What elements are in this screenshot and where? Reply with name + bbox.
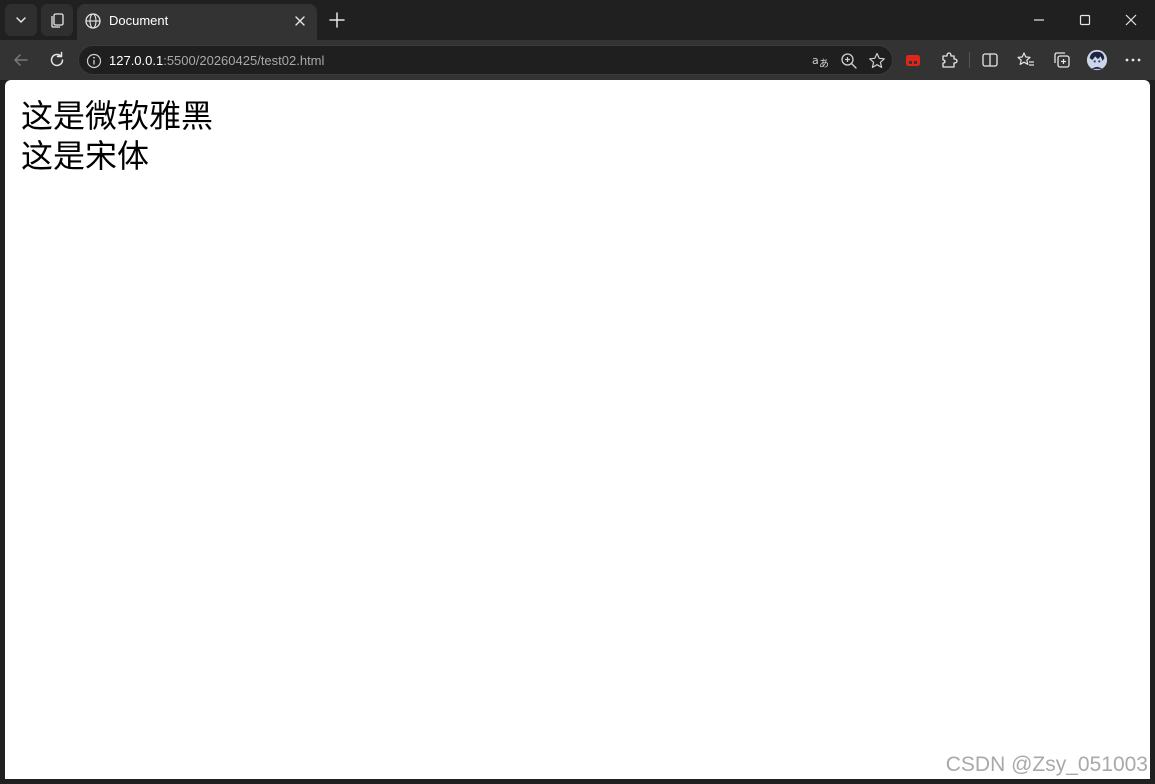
tab-title: Document: [109, 13, 169, 28]
collections-icon: [1054, 52, 1070, 68]
read-aloud-icon[interactable]: aあ: [811, 51, 831, 71]
split-screen-icon: [982, 53, 998, 67]
split-screen-button[interactable]: [979, 49, 1001, 71]
favorites-button[interactable]: [1015, 49, 1037, 71]
back-button[interactable]: [9, 48, 33, 72]
new-tab-button[interactable]: [325, 8, 349, 32]
address-url[interactable]: 127.0.0.1:5500/20260425/test02.html: [109, 53, 324, 68]
text-microsoft-yahei: 这是微软雅黑: [21, 97, 214, 135]
window-close-button[interactable]: [1121, 10, 1141, 30]
workspaces-icon: [51, 13, 64, 28]
maximize-button[interactable]: [1075, 10, 1095, 30]
back-icon: [14, 54, 28, 66]
tab-strip: Document: [0, 0, 1155, 40]
refresh-button[interactable]: [45, 48, 69, 72]
url-path: :5500/20260425/test02.html: [163, 53, 325, 68]
refresh-icon: [50, 51, 64, 67]
favorites-icon: [1017, 52, 1034, 66]
extension-red-icon: [906, 55, 920, 66]
more-button[interactable]: [1122, 49, 1144, 71]
svg-text:a: a: [812, 54, 819, 67]
more-icon: [1125, 58, 1141, 62]
chevron-down-icon: [16, 17, 26, 24]
text-songti: 这是宋体: [21, 137, 150, 175]
toolbar-separator: [969, 52, 970, 68]
workspaces-button[interactable]: [41, 4, 73, 36]
profile-avatar[interactable]: [1086, 49, 1108, 71]
info-icon[interactable]: [84, 51, 104, 71]
plus-icon: [329, 12, 345, 28]
collections-button[interactable]: [1051, 49, 1073, 71]
globe-icon: [84, 12, 102, 34]
favorite-star-icon[interactable]: [867, 51, 887, 71]
url-host: 127.0.0.1: [109, 53, 164, 68]
extension-red-button[interactable]: [902, 49, 924, 71]
window-close-icon: [1125, 14, 1137, 26]
minimize-icon: [1034, 19, 1044, 21]
zoom-icon[interactable]: [839, 51, 859, 71]
maximize-icon: [1079, 14, 1091, 26]
browser-toolbar: 127.0.0.1:5500/20260425/test02.html aあ: [0, 40, 1155, 80]
svg-text:あ: あ: [819, 58, 829, 70]
extensions-puzzle-icon: [942, 52, 958, 68]
address-bar[interactable]: 127.0.0.1:5500/20260425/test02.html aあ: [78, 45, 893, 75]
csdn-watermark: CSDN @Zsy_051003: [945, 753, 1148, 776]
page-viewport: 这是微软雅黑 这是宋体 CSDN @Zsy_051003: [5, 80, 1150, 779]
tab-document[interactable]: Document: [77, 4, 317, 40]
tab-list-button[interactable]: [5, 4, 37, 36]
close-icon[interactable]: [292, 13, 308, 33]
profile-avatar-icon: [1086, 49, 1108, 71]
minimize-button[interactable]: [1029, 10, 1049, 30]
extensions-button[interactable]: [938, 49, 960, 71]
